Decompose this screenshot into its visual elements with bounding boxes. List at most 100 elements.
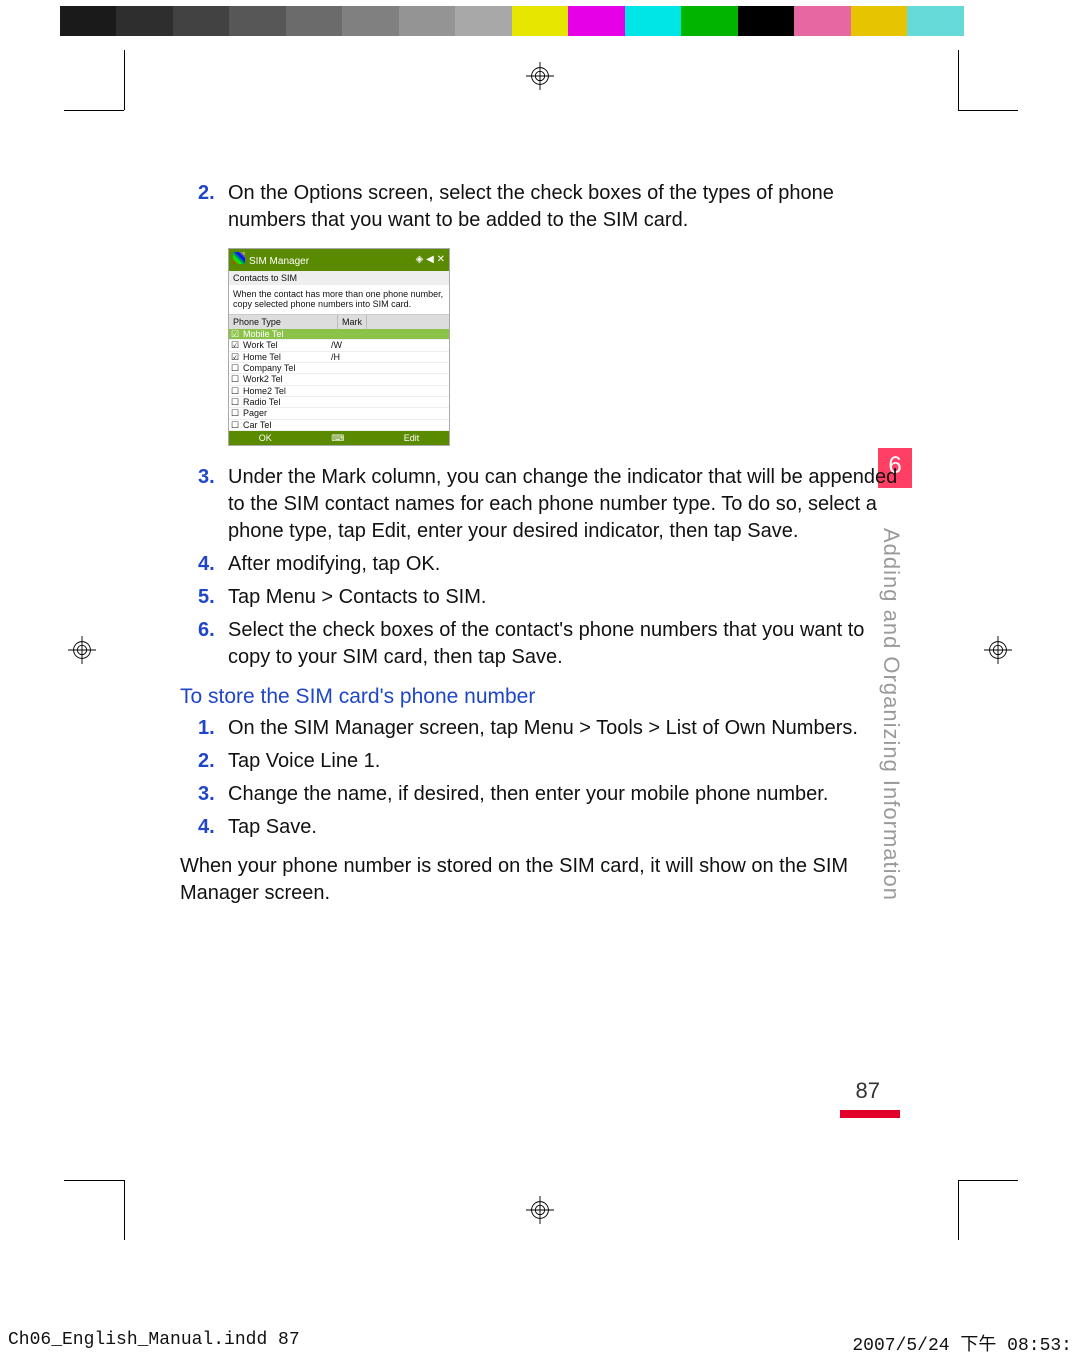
ss-row-label: Company Tel bbox=[241, 363, 331, 373]
print-footer: Ch06_English_Manual.indd 87 2007/5/24 下午… bbox=[8, 1330, 1072, 1356]
step-text: On the SIM Manager screen, tap Menu > To… bbox=[228, 717, 858, 739]
step-item: 4. After modifying, tap OK. bbox=[180, 551, 900, 578]
step-item: 3. Change the name, if desired, then ent… bbox=[180, 781, 900, 808]
ss-keyboard-icon: ⌨ bbox=[331, 433, 344, 443]
ss-row-label: Home Tel bbox=[241, 352, 331, 362]
ss-row-mark bbox=[331, 408, 371, 418]
step-item: 6. Select the check boxes of the contact… bbox=[180, 617, 900, 671]
page-number: 87 bbox=[856, 1078, 880, 1104]
crop-mark bbox=[958, 110, 1018, 111]
ss-row-label: Mobile Tel bbox=[241, 329, 331, 339]
paragraph: When your phone number is stored on the … bbox=[180, 853, 900, 907]
windows-icon bbox=[233, 252, 245, 264]
ss-row: ☑Home Tel/H bbox=[229, 352, 449, 363]
embedded-device-screenshot: SIM Manager ◈ ◀ ✕ Contacts to SIM When t… bbox=[228, 248, 450, 446]
ss-row: ☐Radio Tel bbox=[229, 397, 449, 408]
crop-mark bbox=[124, 50, 125, 110]
step-number: 3. bbox=[198, 464, 215, 491]
ss-row-mark bbox=[331, 363, 371, 373]
crop-mark bbox=[124, 1180, 125, 1240]
step-text: Tap Save. bbox=[228, 816, 317, 838]
ss-row-mark bbox=[331, 386, 371, 396]
steps-list-a: 2. On the Options screen, select the che… bbox=[180, 180, 900, 234]
step-text: Change the name, if desired, then enter … bbox=[228, 783, 828, 805]
step-number: 6. bbox=[198, 617, 215, 644]
ss-checkbox: ☐ bbox=[229, 420, 241, 430]
ss-row-mark bbox=[331, 397, 371, 407]
step-text: Tap Menu > Contacts to SIM. bbox=[228, 586, 486, 608]
printer-colorbar bbox=[60, 6, 1020, 36]
ss-bottombar: OK ⌨ Edit bbox=[229, 431, 449, 445]
ss-row: ☐Company Tel bbox=[229, 363, 449, 374]
ss-col-2: Mark bbox=[338, 315, 367, 329]
ss-row: ☐Pager bbox=[229, 408, 449, 419]
ss-row-label: Radio Tel bbox=[241, 397, 331, 407]
crop-mark bbox=[958, 1180, 959, 1240]
step-number: 5. bbox=[198, 584, 215, 611]
footer-file-info: Ch06_English_Manual.indd 87 bbox=[8, 1330, 300, 1356]
ss-status-icons: ◈ ◀ ✕ bbox=[416, 254, 445, 266]
ss-checkbox: ☐ bbox=[229, 363, 241, 373]
ss-checkbox: ☐ bbox=[229, 397, 241, 407]
step-item: 2. On the Options screen, select the che… bbox=[180, 180, 900, 234]
ss-checkbox: ☐ bbox=[229, 374, 241, 384]
ss-row: ☑Mobile Tel bbox=[229, 329, 449, 340]
registration-mark-icon bbox=[68, 636, 96, 664]
ss-row: ☐Work2 Tel bbox=[229, 374, 449, 385]
crop-mark bbox=[958, 50, 959, 110]
ss-checkbox: ☑ bbox=[229, 352, 241, 362]
ss-checkbox: ☐ bbox=[229, 386, 241, 396]
steps-list-a-cont: 3. Under the Mark column, you can change… bbox=[180, 464, 900, 671]
ss-row-mark bbox=[331, 329, 371, 339]
ss-table-header: Phone Type Mark bbox=[229, 315, 449, 329]
steps-list-b: 1. On the SIM Manager screen, tap Menu >… bbox=[180, 715, 900, 841]
ss-row: ☐Car Tel bbox=[229, 420, 449, 431]
registration-mark-icon bbox=[526, 62, 554, 90]
step-text: Select the check boxes of the contact's … bbox=[228, 619, 864, 668]
step-item: 3. Under the Mark column, you can change… bbox=[180, 464, 900, 545]
ss-title-text: SIM Manager bbox=[249, 256, 309, 267]
ss-ok: OK bbox=[259, 433, 272, 443]
ss-titlebar: SIM Manager ◈ ◀ ✕ bbox=[229, 249, 449, 271]
step-text: On the Options screen, select the check … bbox=[228, 182, 834, 231]
registration-mark-icon bbox=[526, 1196, 554, 1224]
step-number: 3. bbox=[198, 781, 215, 808]
footer-datetime: 2007/5/24 下午 08:53: bbox=[852, 1330, 1072, 1356]
step-number: 1. bbox=[198, 715, 215, 742]
ss-row: ☐Home2 Tel bbox=[229, 386, 449, 397]
ss-checkbox: ☑ bbox=[229, 329, 241, 339]
step-item: 1. On the SIM Manager screen, tap Menu >… bbox=[180, 715, 900, 742]
ss-subtitle: Contacts to SIM bbox=[229, 271, 449, 285]
page-content: 2. On the Options screen, select the che… bbox=[180, 180, 900, 907]
crop-mark bbox=[64, 110, 124, 111]
section-heading: To store the SIM card's phone number bbox=[180, 685, 900, 709]
ss-checkbox: ☑ bbox=[229, 340, 241, 350]
ss-checkbox: ☐ bbox=[229, 408, 241, 418]
ss-row-mark bbox=[331, 420, 371, 430]
step-text: Under the Mark column, you can change th… bbox=[228, 466, 897, 542]
ss-description: When the contact has more than one phone… bbox=[229, 285, 449, 315]
ss-col-1: Phone Type bbox=[229, 315, 338, 329]
ss-row-mark bbox=[331, 374, 371, 384]
ss-row-label: Home2 Tel bbox=[241, 386, 331, 396]
crop-mark bbox=[958, 1180, 1018, 1181]
ss-row-label: Car Tel bbox=[241, 420, 331, 430]
ss-row-label: Work Tel bbox=[241, 340, 331, 350]
step-item: 2. Tap Voice Line 1. bbox=[180, 748, 900, 775]
ss-edit: Edit bbox=[404, 433, 420, 443]
page-number-bar bbox=[840, 1110, 900, 1118]
step-number: 4. bbox=[198, 551, 215, 578]
step-text: After modifying, tap OK. bbox=[228, 553, 440, 575]
step-item: 4. Tap Save. bbox=[180, 814, 900, 841]
ss-row: ☑Work Tel/W bbox=[229, 340, 449, 351]
step-number: 2. bbox=[198, 180, 215, 207]
crop-mark bbox=[64, 1180, 124, 1181]
step-number: 4. bbox=[198, 814, 215, 841]
ss-row-mark: /W bbox=[331, 340, 371, 350]
ss-row-label: Pager bbox=[241, 408, 331, 418]
ss-row-label: Work2 Tel bbox=[241, 374, 331, 384]
registration-mark-icon bbox=[984, 636, 1012, 664]
step-item: 5. Tap Menu > Contacts to SIM. bbox=[180, 584, 900, 611]
ss-row-mark: /H bbox=[331, 352, 371, 362]
step-text: Tap Voice Line 1. bbox=[228, 750, 380, 772]
